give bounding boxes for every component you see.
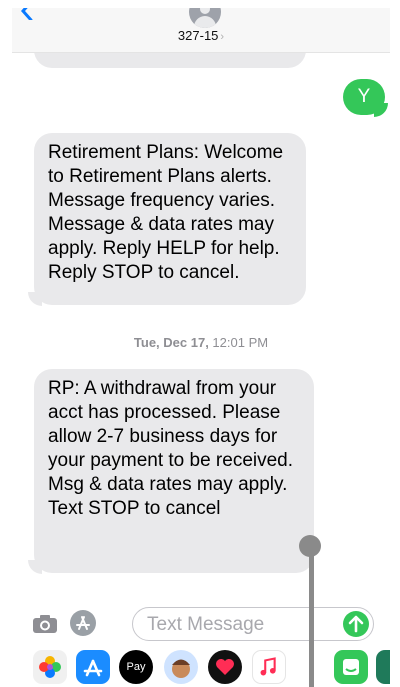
memoji-icon[interactable] xyxy=(164,650,198,684)
sticker-app-icon[interactable] xyxy=(334,650,368,684)
apple-pay-label: Pay xyxy=(126,661,146,673)
message-text: RP: A withdrawal from your acct has proc… xyxy=(48,378,294,519)
more-app-icon[interactable] xyxy=(376,650,390,684)
bubble-tail xyxy=(374,103,388,117)
message-text: Retirement Plans: Welcome to Retirement … xyxy=(48,142,284,283)
chevron-left-icon[interactable] xyxy=(18,8,36,20)
compose-bar xyxy=(12,600,390,646)
contact-number: 327-15 xyxy=(177,28,219,43)
bubble-tail xyxy=(28,292,42,306)
conversation-header: 327-15 › xyxy=(12,8,390,53)
app-store-icon[interactable] xyxy=(76,650,110,684)
camera-icon[interactable] xyxy=(32,614,58,634)
message-input[interactable] xyxy=(145,613,349,637)
scrollbar-track[interactable] xyxy=(309,545,314,687)
photos-icon[interactable] xyxy=(33,650,67,684)
person-icon[interactable] xyxy=(189,8,221,28)
send-arrow-icon[interactable] xyxy=(343,611,369,637)
timestamp-time: 12:01 PM xyxy=(208,335,269,350)
apple-pay-icon[interactable]: Pay xyxy=(119,650,153,684)
scrollbar-handle[interactable] xyxy=(299,535,321,557)
music-icon[interactable] xyxy=(252,650,286,684)
message-input-field[interactable] xyxy=(132,607,374,641)
message-bubble-withdrawal[interactable]: RP: A withdrawal from your acct has proc… xyxy=(34,369,314,573)
contact-name[interactable]: 327-15 › xyxy=(12,28,390,43)
timestamp: Tue, Dec 17, 12:01 PM xyxy=(12,335,390,350)
digital-touch-icon[interactable] xyxy=(208,650,242,684)
bubble-tail xyxy=(28,560,42,574)
timestamp-day: Tue, Dec 17, xyxy=(133,335,209,350)
app-drawer: Pay xyxy=(12,648,390,687)
app-store-icon[interactable] xyxy=(70,610,96,636)
chevron-right-icon: › xyxy=(220,31,225,43)
message-bubble-welcome[interactable]: Retirement Plans: Welcome to Retirement … xyxy=(34,133,306,305)
message-text: Y xyxy=(357,86,371,107)
messages-screen: apply 327-15› Y Retirement Plans: Welcom… xyxy=(12,8,390,687)
